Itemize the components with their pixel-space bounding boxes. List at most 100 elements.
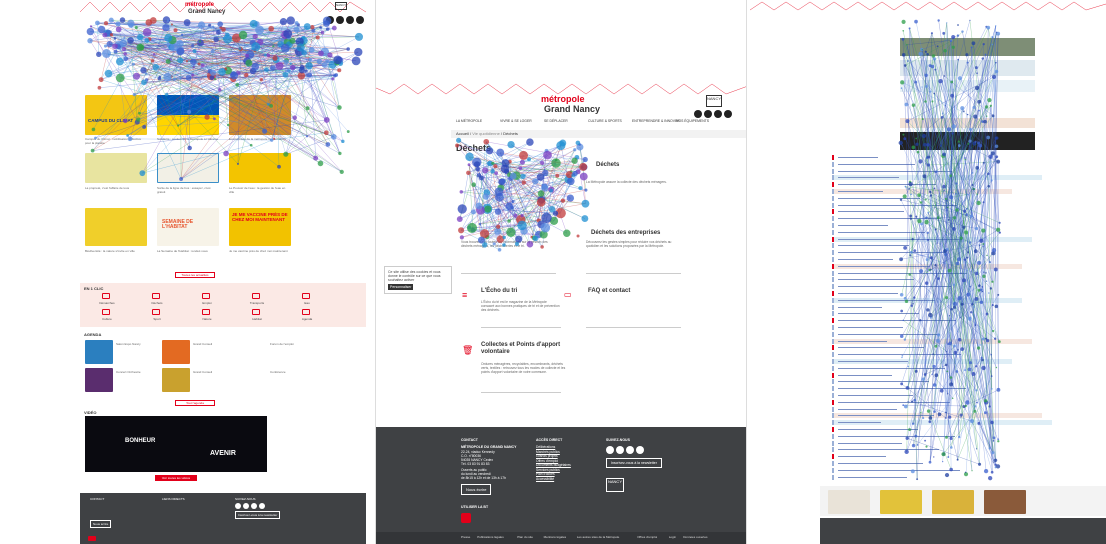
clic-label-0[interactable]: Démarches	[96, 301, 118, 305]
clic-label-3[interactable]: Transports	[246, 301, 268, 305]
list-row[interactable]	[832, 223, 1012, 228]
list-row[interactable]	[832, 175, 1042, 181]
breadcrumb-home[interactable]: Accueil	[456, 131, 469, 136]
agenda-image-4[interactable]	[162, 368, 190, 392]
menu-item-2[interactable]: SE DÉPLACER	[544, 119, 568, 123]
list-row[interactable]	[832, 372, 1032, 378]
footer-facebook-icon[interactable]	[235, 503, 241, 509]
card-image-eau[interactable]	[229, 153, 291, 183]
footer-nancy-badge[interactable]: NANCY	[606, 478, 624, 492]
footer-link-4[interactable]: Documents budgétaires	[536, 463, 571, 467]
instagram-icon[interactable]	[346, 16, 354, 24]
clic-icon-4[interactable]	[302, 293, 310, 299]
list-row[interactable]	[832, 250, 1052, 256]
facebook-icon[interactable]	[326, 16, 334, 24]
cookie-button[interactable]: Personnaliser	[388, 284, 414, 290]
home-footer-button[interactable]: Nous écrire	[90, 520, 112, 528]
list-row[interactable]	[832, 420, 1052, 426]
clic-icon-3[interactable]	[252, 293, 260, 299]
clic-icon-2[interactable]	[202, 293, 210, 299]
list-row[interactable]	[832, 291, 1012, 296]
list-row[interactable]	[832, 182, 1052, 188]
agenda-image-1[interactable]	[85, 340, 113, 364]
bottom-link-1[interactable]: Publications légales	[477, 535, 504, 539]
clic-label-6[interactable]: Sport	[146, 317, 168, 321]
list-row[interactable]	[832, 277, 1042, 283]
youtube-icon[interactable]	[724, 110, 732, 118]
video-player[interactable]	[85, 416, 267, 472]
footer-twitter-icon[interactable]	[243, 503, 249, 509]
list-row[interactable]	[832, 413, 1042, 419]
footer-youtube-icon[interactable]	[259, 503, 265, 509]
footer-link-2[interactable]: Grands projets	[536, 454, 558, 458]
footer-youtube-icon[interactable]	[636, 446, 644, 454]
footer-instagram-icon[interactable]	[251, 503, 257, 509]
agenda-image-2[interactable]	[162, 340, 190, 364]
list-row[interactable]	[832, 155, 1012, 160]
footer-newsletter-button[interactable]: Inscrivez-vous à la newsletter	[606, 458, 662, 468]
list-card-1[interactable]	[828, 490, 870, 514]
section-title-c[interactable]: Déchets des entreprises	[591, 230, 660, 236]
bottom-link-0[interactable]: Presse	[461, 535, 470, 539]
clic-icon-8[interactable]	[252, 309, 260, 315]
footer-twitter-icon[interactable]	[616, 446, 624, 454]
footer-link-3[interactable]: Offres d'emploi	[536, 459, 558, 463]
list-row[interactable]	[832, 461, 1012, 466]
clic-icon-1[interactable]	[152, 293, 160, 299]
facebook-icon[interactable]	[694, 110, 702, 118]
dechets-logo-bottom[interactable]: Grand Nancy	[544, 104, 600, 114]
list-row[interactable]	[832, 318, 1052, 324]
card-image-campus[interactable]	[85, 95, 147, 135]
list-row[interactable]	[832, 467, 1022, 473]
list-row[interactable]	[832, 216, 1052, 222]
home-footer-newsletter[interactable]: Inscrivez-vous à la newsletter	[235, 511, 281, 519]
section-title-a[interactable]: Déchets	[596, 162, 619, 168]
twitter-icon[interactable]	[704, 110, 712, 118]
list-row[interactable]	[832, 257, 1012, 262]
list-row[interactable]	[832, 352, 1052, 358]
agenda-item-4[interactable]: Concert Orchestre	[116, 370, 156, 374]
list-card-4[interactable]	[984, 490, 1026, 514]
list-row[interactable]	[832, 447, 1042, 453]
list-row[interactable]	[832, 427, 1012, 432]
clic-icon-7[interactable]	[202, 309, 210, 315]
list-row[interactable]	[832, 474, 1032, 480]
home-logo-top[interactable]: métropole	[185, 2, 214, 8]
faq-title[interactable]: FAQ et contact	[588, 288, 630, 294]
clic-label-2[interactable]: Emploi	[196, 301, 218, 305]
menu-item-1[interactable]: VIVRE & SE LOGER	[500, 119, 532, 123]
agenda-item-1[interactable]: Salon Expo Nancy	[116, 342, 156, 346]
app-icon[interactable]	[461, 513, 471, 523]
list-row[interactable]	[832, 325, 1012, 330]
list-row[interactable]	[832, 195, 1022, 201]
bottom-link-4[interactable]: Les autres sites de la Métropole	[577, 535, 620, 539]
bottom-link-2[interactable]: Plan du site	[517, 535, 533, 539]
bottom-link-3[interactable]: Mentions légales	[544, 535, 567, 539]
dechets-logo-top[interactable]: métropole	[541, 94, 585, 104]
agenda-item-2[interactable]: Grand Conseil	[193, 342, 233, 346]
clic-label-5[interactable]: Culture	[96, 317, 118, 321]
list-row[interactable]	[832, 229, 1022, 235]
breadcrumb-parent[interactable]: Vie quotidienne	[472, 131, 500, 136]
list-row[interactable]	[832, 406, 1032, 412]
agenda-item-3[interactable]: Forum de l'emploi	[270, 342, 310, 346]
clic-label-8[interactable]: Habitat	[246, 317, 268, 321]
list-row[interactable]	[832, 297, 1022, 303]
bottom-link-7[interactable]: Données ouvertes	[683, 535, 707, 539]
clic-label-9[interactable]: Agenda	[296, 317, 318, 321]
list-card-2[interactable]	[880, 490, 922, 514]
list-row[interactable]	[832, 386, 1052, 392]
home-footer-badge[interactable]	[88, 536, 96, 541]
list-row[interactable]	[832, 440, 1032, 446]
footer-facebook-icon[interactable]	[606, 446, 614, 454]
menu-item-3[interactable]: CULTURE & SPORTS	[588, 119, 622, 123]
list-row[interactable]	[832, 433, 1022, 439]
list-row[interactable]	[832, 168, 1032, 174]
clic-label-4[interactable]: Eau	[296, 301, 318, 305]
home-logo-bottom[interactable]: Grand Nancy	[188, 9, 225, 15]
card-image-saviez[interactable]	[85, 153, 147, 183]
menu-item-4[interactable]: ENTREPRENDRE & INNOVER	[632, 119, 680, 123]
card-image-ecotrophees[interactable]	[229, 95, 291, 135]
list-row[interactable]	[832, 284, 1052, 290]
clic-icon-9[interactable]	[302, 309, 310, 315]
